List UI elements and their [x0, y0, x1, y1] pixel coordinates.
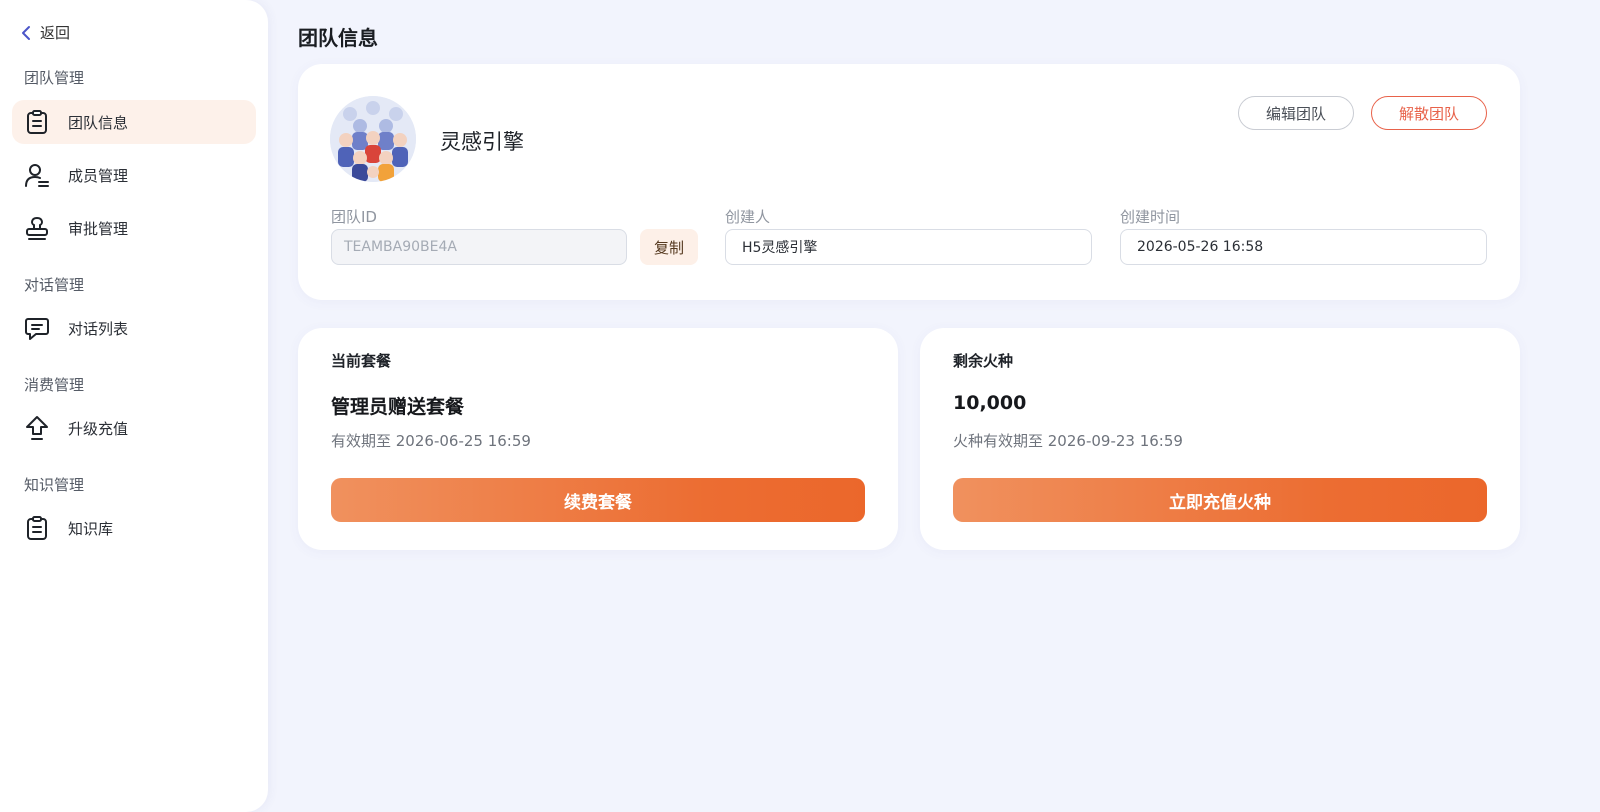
user-list-icon: [24, 162, 50, 188]
plan-name: 管理员赠送套餐: [331, 396, 465, 418]
dissolve-team-button[interactable]: 解散团队: [1371, 96, 1487, 130]
team-id-field: TEAMBA90BE4A: [331, 229, 627, 265]
team-avatar[interactable]: [330, 96, 416, 182]
sidebar-item-knowledge-base[interactable]: 知识库: [12, 506, 256, 550]
sparks-expiry: 火种有效期至 2026-09-23 16:59: [953, 432, 1183, 450]
section-title-knowledge: 知识管理: [24, 476, 85, 494]
sidebar-item-label: 知识库: [68, 519, 114, 538]
sidebar-item-approval[interactable]: 审批管理: [12, 206, 256, 250]
team-info-card: 灵感引擎 编辑团队 解散团队 团队ID TEAMBA90BE4A 复制 创建人 …: [298, 64, 1520, 300]
copy-button[interactable]: 复制: [640, 229, 698, 265]
sidebar-item-chat-list[interactable]: 对话列表: [12, 306, 256, 350]
sidebar-item-members[interactable]: 成员管理: [12, 153, 256, 197]
creator-label: 创建人: [725, 208, 771, 226]
sidebar-item-label: 成员管理: [68, 166, 129, 185]
back-button[interactable]: 返回: [20, 22, 70, 43]
team-id-label: 团队ID: [331, 208, 377, 226]
plan-expiry: 有效期至 2026-06-25 16:59: [331, 432, 531, 450]
sidebar-item-label: 团队信息: [68, 113, 129, 132]
chat-icon: [24, 315, 50, 341]
sparks-value: 10,000: [953, 392, 1027, 414]
section-title-chat: 对话管理: [24, 276, 85, 294]
created-time-label: 创建时间: [1120, 208, 1181, 226]
remaining-sparks-card: 剩余火种 10,000 火种有效期至 2026-09-23 16:59 立即充值…: [920, 328, 1520, 550]
remaining-sparks-title: 剩余火种: [953, 352, 1014, 370]
back-label: 返回: [40, 24, 71, 42]
sidebar-item-label: 对话列表: [68, 319, 129, 338]
edit-team-button[interactable]: 编辑团队: [1238, 96, 1354, 130]
upload-arrow-icon: [24, 415, 50, 441]
sidebar-item-team-info[interactable]: 团队信息: [12, 100, 256, 144]
renew-plan-button[interactable]: 续费套餐: [331, 478, 865, 522]
clipboard-icon: [24, 515, 50, 541]
chevron-left-icon: [20, 25, 32, 41]
clipboard-icon: [24, 109, 50, 135]
page-title: 团队信息: [298, 26, 378, 50]
current-plan-title: 当前套餐: [331, 352, 392, 370]
section-title-consumption: 消费管理: [24, 376, 85, 394]
created-time-field[interactable]: 2026-05-26 16:58: [1120, 229, 1487, 265]
sidebar-item-label: 升级充值: [68, 419, 129, 438]
current-plan-card: 当前套餐 管理员赠送套餐 有效期至 2026-06-25 16:59 续费套餐: [298, 328, 898, 550]
team-name: 灵感引擎: [440, 130, 524, 154]
section-title-team: 团队管理: [24, 69, 85, 87]
stamp-icon: [24, 215, 50, 241]
recharge-sparks-button[interactable]: 立即充值火种: [953, 478, 1487, 522]
sidebar-item-label: 审批管理: [68, 219, 129, 238]
sidebar: 返回 团队管理 团队信息 成员管理 审批管理 对话管理 对话列表 消费管理 升级…: [0, 0, 268, 812]
sidebar-item-upgrade[interactable]: 升级充值: [12, 406, 256, 450]
creator-field[interactable]: H5灵感引擎: [725, 229, 1092, 265]
